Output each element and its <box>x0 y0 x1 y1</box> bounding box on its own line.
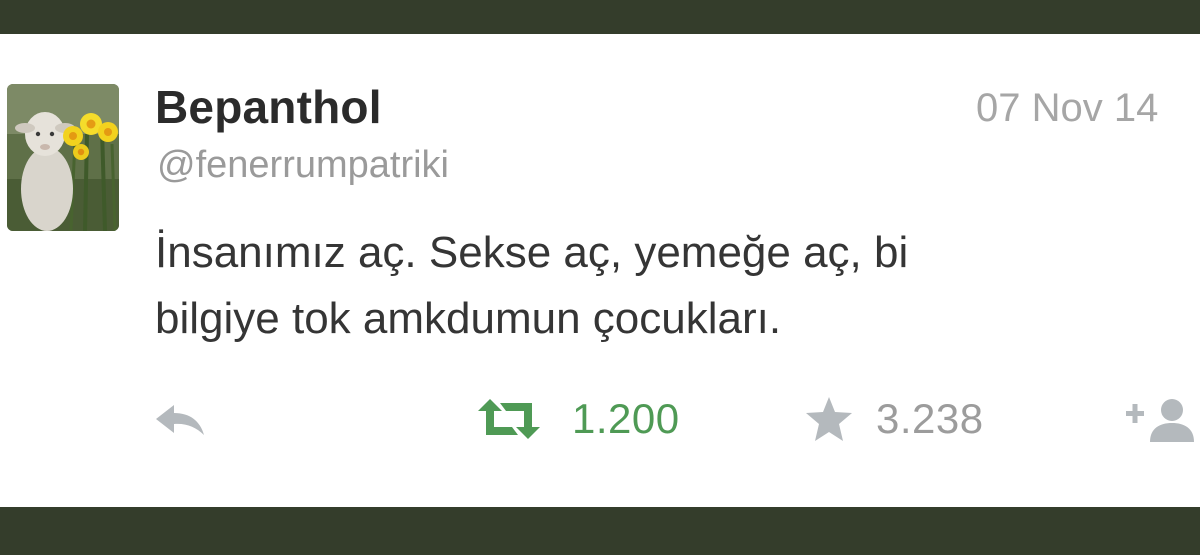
bottom-frame-bar <box>0 507 1200 555</box>
user-handle[interactable]: @fenerrumpatriki <box>157 144 449 187</box>
favorite-button[interactable]: 3.238 <box>804 389 984 449</box>
tweet-text-line-2: bilgiye tok amkdumun çocukları. <box>155 294 782 343</box>
tweet-text: İnsanımız aç. Sekse aç, yemeğe aç, bi bi… <box>155 220 1165 352</box>
retweet-button[interactable]: 1.200 <box>474 389 680 449</box>
tweet-timestamp[interactable]: 07 Nov 14 <box>976 86 1158 131</box>
tweet-card: Bepanthol @fenerrumpatriki 07 Nov 14 İns… <box>0 34 1200 507</box>
reply-button[interactable] <box>152 389 208 449</box>
star-icon <box>806 397 852 441</box>
reply-icon <box>156 405 204 435</box>
retweet-count: 1.200 <box>572 395 680 442</box>
add-user-icon <box>1126 399 1194 442</box>
display-name[interactable]: Bepanthol <box>155 80 382 134</box>
tweet-actions: 1.200 3.238 <box>0 389 1200 449</box>
favorite-count: 3.238 <box>876 395 984 442</box>
follow-button[interactable] <box>1124 389 1200 449</box>
avatar[interactable] <box>7 84 119 231</box>
lamb-with-daffodils-avatar <box>7 84 119 231</box>
top-frame-bar <box>0 0 1200 34</box>
tweet-text-line-1: İnsanımız aç. Sekse aç, yemeğe aç, bi <box>155 228 909 277</box>
retweet-icon <box>478 399 540 439</box>
